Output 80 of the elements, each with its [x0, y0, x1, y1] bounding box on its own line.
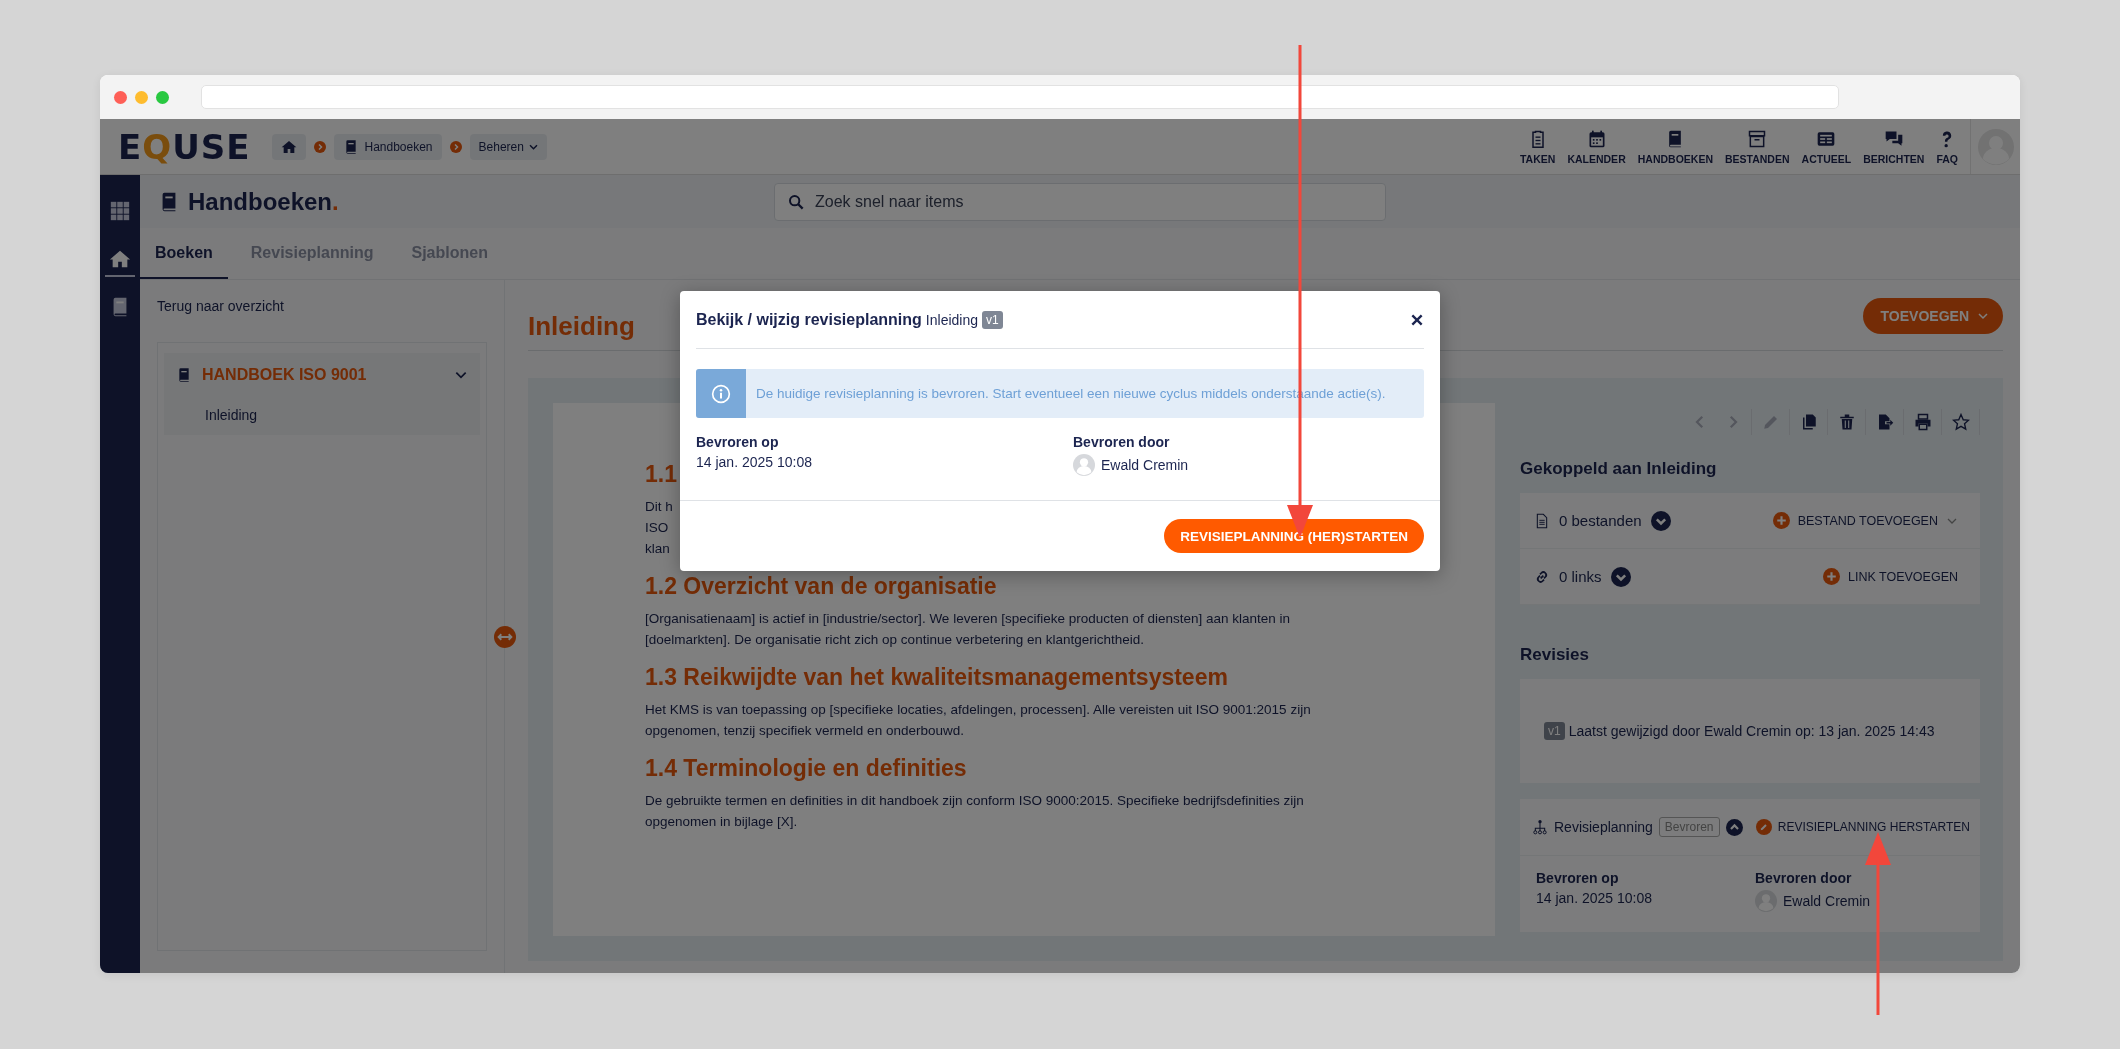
- breadcrumb-home[interactable]: [272, 133, 307, 160]
- paragraph-line: ISO: [645, 519, 670, 537]
- add-action[interactable]: BESTAND TOEVOEGEN: [1766, 511, 1964, 530]
- section-title: Revisies: [1520, 645, 1590, 665]
- back-link[interactable]: Terug naar overzicht: [157, 298, 284, 314]
- nav-item[interactable]: HANDBOEKEN: [1631, 119, 1719, 174]
- logo[interactable]: EQUSE: [118, 126, 251, 167]
- field-label: Bevroren op: [1536, 870, 1620, 886]
- pencil-icon: [1755, 819, 1772, 835]
- nav-item[interactable]: ACTUEEL: [1795, 119, 1858, 174]
- section-heading: 1.2 Overzicht van de organisatie: [645, 573, 997, 600]
- add-button[interactable]: TOEVOEGEN: [1862, 298, 2003, 334]
- expand-icon[interactable]: [1650, 510, 1671, 531]
- field-value: Ewald Cremin: [1783, 893, 1871, 909]
- nav-item[interactable]: TAKEN: [1514, 119, 1562, 174]
- apps-icon: [109, 200, 131, 222]
- count-label: 0 links: [1559, 568, 1602, 585]
- article-title: Inleiding: [528, 310, 635, 342]
- collapse-icon[interactable]: [1725, 818, 1743, 836]
- minimize-window-dot[interactable]: [135, 90, 148, 104]
- paragraph-line: Dit h: [645, 498, 673, 516]
- status-tag: Bevroren: [1658, 817, 1720, 837]
- version-badge: v1: [982, 310, 1003, 329]
- section-title: Gekoppeld aan Inleiding: [1520, 459, 1718, 479]
- tree-item[interactable]: HANDBOEK ISO 9001: [164, 353, 480, 397]
- add-action[interactable]: LINK TOEVOEGEN: [1817, 567, 1964, 586]
- breadcrumb-link[interactable]: Handboeken: [334, 133, 442, 160]
- home-icon: [281, 138, 298, 155]
- hierarchy-icon: [1532, 819, 1548, 835]
- printer-icon[interactable]: [1913, 413, 1932, 431]
- paragraph: De gebruikte termen en definities in dit handboek zijn conform ISO 9000:2015. Specifieke bedrijfsdefinities zijn opgenomen in bijlage [X].: [645, 792, 1305, 831]
- trash-icon[interactable]: [1837, 413, 1856, 431]
- restart-button[interactable]: REVISIEPLANNING (HER)STARTEN: [1164, 519, 1424, 553]
- nav-item[interactable]: BERICHTEN: [1857, 119, 1931, 174]
- info-icon: [711, 383, 731, 404]
- archive-icon: [1747, 128, 1768, 149]
- section-heading: 1.3 Reikwijdte van het kwaliteitsmanagementsysteem: [645, 664, 1228, 691]
- revision-text: Laatst gewijzigd door Ewald Cremin op: 13 jan. 2025 14:43: [1568, 723, 1935, 739]
- chevron-right-icon: [314, 140, 327, 153]
- caret-down-icon: [528, 143, 538, 150]
- breadcrumb-dropdown[interactable]: Beheren: [469, 133, 547, 160]
- section-heading: 1.1: [645, 461, 677, 488]
- close-window-dot[interactable]: [114, 90, 127, 104]
- tree-item[interactable]: Inleiding: [164, 397, 480, 435]
- version-badge: v1: [1544, 722, 1565, 740]
- expand-icon[interactable]: [1610, 566, 1631, 587]
- paragraph: [Organisatienaam] is actief in [industrie/sector]. We leveren [specifieke producten of diensten] aan klanten in [doelmarkten]. De organisatie richt zich op continue verbetering en klantgerichtheid.: [645, 610, 1292, 649]
- field-label: Bevroren door: [1073, 434, 1171, 450]
- chevron-right-icon: [449, 140, 462, 153]
- caret-down-icon: [1977, 310, 1989, 322]
- home-icon: [109, 248, 131, 270]
- page-title: Handboeken.: [188, 187, 339, 216]
- count-label: 0 bestanden: [1559, 512, 1642, 529]
- field-label: Bevroren op: [696, 434, 780, 450]
- field-value: 14 jan. 2025 10:08: [696, 454, 812, 470]
- restart-link[interactable]: REVISIEPLANNING HERSTARTEN: [1755, 819, 1970, 835]
- close-icon[interactable]: [1410, 312, 1424, 327]
- dialog-title: Bekijk / wijzig revisieplanning: [696, 310, 922, 329]
- maximize-window-dot[interactable]: [156, 90, 169, 104]
- search-field[interactable]: Zoek snel naar items: [774, 183, 1386, 221]
- search-icon: [788, 194, 804, 210]
- paragraph: Het KMS is van toepassing op [specifieke locaties, afdelingen, processen]. Alle vereisten uit ISO 9001:2015 zijn opgenomen, tenzij specifiek vermeld en onderbouwd.: [645, 701, 1312, 740]
- plus-icon: [1823, 568, 1840, 585]
- nav-item[interactable]: KALENDER: [1561, 119, 1632, 174]
- star-icon[interactable]: [1951, 413, 1970, 431]
- nav-item[interactable]: BESTANDEN: [1719, 119, 1796, 174]
- paragraph-line: klan: [645, 540, 671, 558]
- dialog-subtitle: Inleiding: [925, 311, 978, 328]
- nav-item[interactable]: FAQ: [1930, 119, 1964, 174]
- field-label: Bevroren door: [1755, 870, 1853, 886]
- section-heading: 1.4 Terminologie en definities: [645, 755, 967, 782]
- field-value: 14 jan. 2025 10:08: [1536, 890, 1652, 906]
- file-icon: [1534, 512, 1550, 529]
- book-icon: [176, 367, 192, 383]
- plus-icon: [1772, 512, 1790, 529]
- planning-label: Revisieplanning: [1554, 819, 1653, 835]
- field-value: Ewald Cremin: [1101, 457, 1189, 473]
- resize-handle-icon[interactable]: [494, 626, 516, 648]
- avatar-icon: [1073, 454, 1095, 476]
- link-icon: [1534, 568, 1550, 585]
